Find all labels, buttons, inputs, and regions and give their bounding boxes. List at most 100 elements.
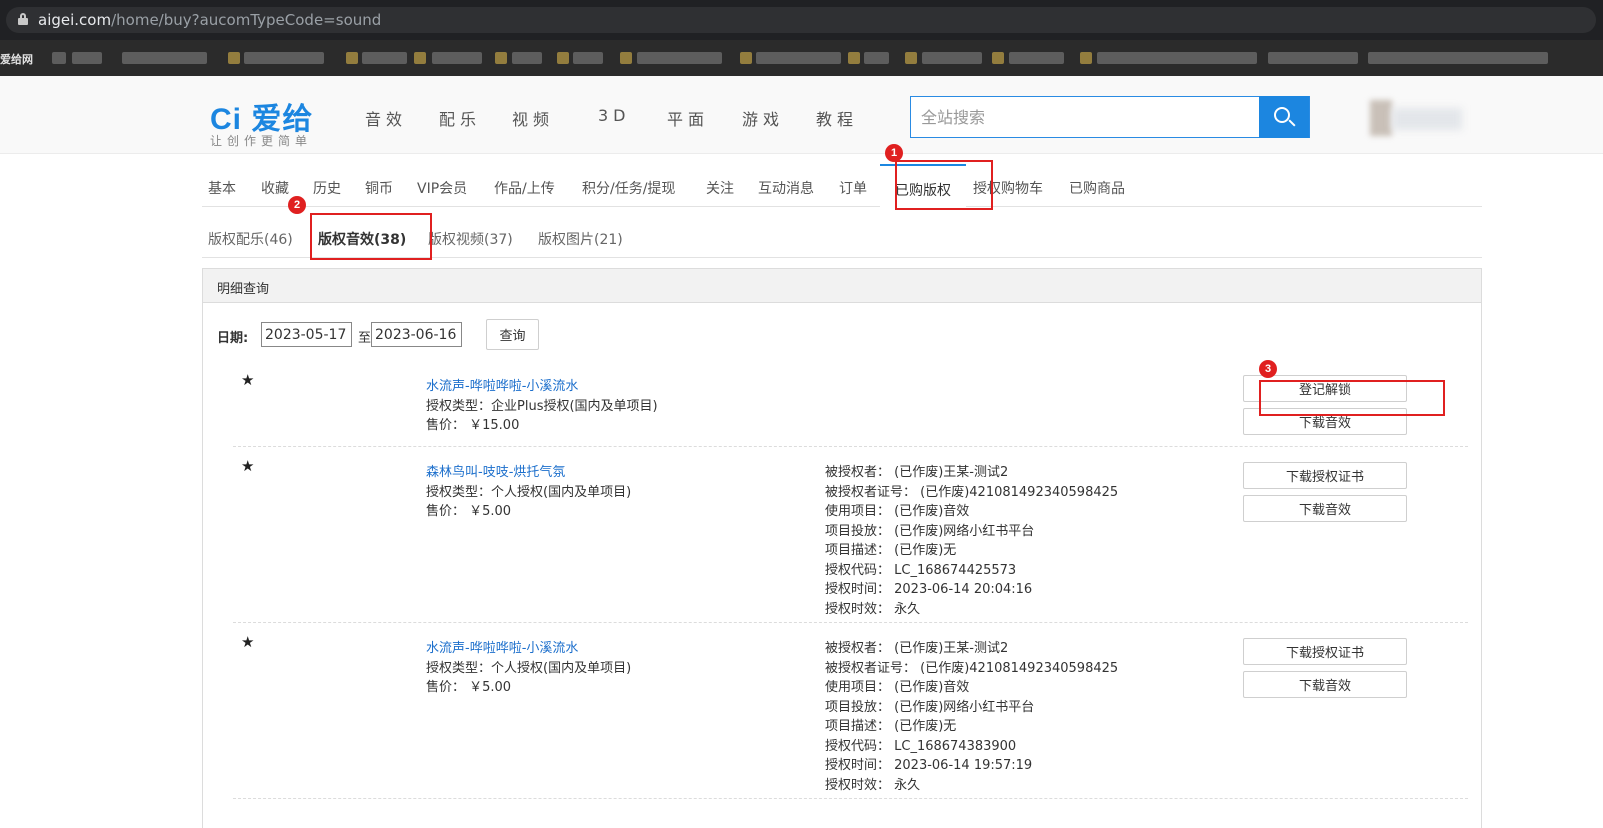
download-sound-button[interactable]: 下载音效 — [1243, 671, 1407, 698]
bookmark-blurred[interactable] — [620, 52, 632, 64]
tab-points-tasks[interactable]: 积分/任务/提现 — [582, 178, 675, 198]
bookmark-blurred[interactable] — [1268, 52, 1358, 64]
license-time: 授权时间： 2023-06-14 20:04:16 — [825, 582, 1033, 597]
nav-3d[interactable]: 3D — [598, 106, 631, 125]
project-description: 项目描述： (已作废)无 — [825, 543, 957, 558]
search-button[interactable] — [1259, 96, 1309, 138]
subtab-image[interactable]: 版权图片(21) — [538, 229, 623, 249]
download-certificate-button[interactable]: 下载授权证书 — [1243, 462, 1407, 489]
annotation-box-1 — [895, 160, 993, 210]
bookmark-blurred[interactable] — [848, 52, 860, 64]
bookmark-blurred[interactable] — [72, 52, 102, 64]
bookmark-blurred[interactable] — [864, 52, 889, 64]
bookmark-blurred[interactable] — [637, 52, 722, 64]
license-type: 授权类型：个人授权(国内及单项目) — [426, 485, 632, 500]
price: 售价： ￥5.00 — [426, 504, 512, 519]
bookmark-blurred[interactable] — [922, 52, 982, 64]
bookmark-blurred[interactable] — [414, 52, 426, 64]
project-channel: 项目投放： (已作废)网络小红书平台 — [825, 523, 1035, 539]
bookmark-blurred[interactable] — [346, 52, 358, 64]
download-sound-button[interactable]: 下载音效 — [1243, 495, 1407, 522]
record-title[interactable]: 水流声-哗啦哗啦-小溪流水 — [426, 637, 578, 656]
annotation-box-3 — [1259, 380, 1445, 416]
licensee-id: 被授权者证号： (已作废)421081492340598425 — [825, 660, 1119, 676]
bookmark-blurred[interactable] — [1009, 52, 1064, 64]
download-certificate-button[interactable]: 下载授权证书 — [1243, 638, 1407, 665]
bookmark-blurred[interactable] — [573, 52, 603, 64]
licensee: 被授权者： (已作废)王某-测试2 — [825, 465, 1009, 480]
record-title[interactable]: 森林鸟叫-吱吱-烘托气氛 — [426, 461, 565, 480]
project-channel: 项目投放： (已作废)网络小红书平台 — [825, 699, 1035, 715]
star-icon[interactable]: ★ — [241, 457, 254, 475]
detail-panel: 明细查询 日期: 至 查询 ★ 水流声-哗啦哗啦-小溪流水 授权类型：企业Plu… — [202, 268, 1482, 828]
bookmark-blurred[interactable] — [244, 52, 324, 64]
price: 售价： ￥5.00 — [426, 680, 512, 695]
star-icon[interactable]: ★ — [241, 633, 254, 651]
tab-coins[interactable]: 铜币 — [365, 178, 393, 198]
bookmark-blurred[interactable] — [557, 52, 569, 64]
site-header: Ci 爱给 让创作更简单 音效 配乐 视频 3D 平面 游戏 教程 — [0, 76, 1603, 154]
date-separator: 至 — [358, 331, 372, 346]
record-title[interactable]: 水流声-哗啦哗啦-小溪流水 — [426, 375, 578, 394]
licensee: 被授权者： (已作废)王某-测试2 — [825, 641, 1009, 656]
bookmark-blurred[interactable] — [122, 52, 207, 64]
query-button[interactable]: 查询 — [486, 319, 539, 350]
tab-follow[interactable]: 关注 — [706, 178, 734, 198]
bookmark-blurred[interactable] — [362, 52, 407, 64]
tab-favorites[interactable]: 收藏 — [261, 178, 289, 198]
licensee-id: 被授权者证号： (已作废)421081492340598425 — [825, 484, 1119, 500]
subtab-music[interactable]: 版权配乐(46) — [208, 229, 293, 249]
bookmark-blurred[interactable] — [1097, 52, 1257, 64]
date-label: 日期: — [217, 331, 249, 346]
bookmark-blurred[interactable] — [740, 52, 752, 64]
bookmarks-bar: 爱给网 — [0, 40, 1603, 76]
tab-vip[interactable]: VIP会员 — [417, 178, 467, 198]
license-code: 授权代码： LC_168674383900 — [825, 738, 1017, 754]
bookmark-blurred[interactable] — [756, 52, 841, 64]
logo-slogan: 让创作更简单 — [210, 134, 313, 148]
bookmark-blurred[interactable] — [228, 52, 240, 64]
date-from-input[interactable] — [261, 322, 352, 347]
nav-sound[interactable]: 音效 — [365, 106, 407, 130]
record-row: ★ 水流声-哗啦哗啦-小溪流水 授权类型：个人授权(国内及单项目) 售价： ￥5… — [233, 633, 1468, 799]
tab-works-upload[interactable]: 作品/上传 — [494, 178, 555, 198]
nav-music[interactable]: 配乐 — [439, 106, 481, 130]
bookmark-aigei[interactable]: 爱给网 — [0, 51, 33, 67]
bookmark-blurred[interactable] — [905, 52, 917, 64]
panel-title: 明细查询 — [203, 269, 1481, 303]
project-description: 项目描述： (已作废)无 — [825, 719, 957, 734]
license-code: 授权代码： LC_168674425573 — [825, 562, 1017, 578]
subtab-video[interactable]: 版权视频(37) — [428, 229, 513, 249]
account-tabs: 基本 收藏 历史 铜币 VIP会员 作品/上传 积分/任务/提现 关注 互动消息… — [202, 164, 1482, 207]
search-input[interactable] — [911, 97, 1263, 137]
bookmark-blurred[interactable] — [432, 52, 482, 64]
bookmark-blurred[interactable] — [992, 52, 1004, 64]
annotation-badge-3: 3 — [1259, 360, 1277, 378]
tab-history[interactable]: 历史 — [313, 178, 341, 198]
date-to-input[interactable] — [371, 322, 462, 347]
tab-basic[interactable]: 基本 — [208, 178, 236, 198]
bookmark-blurred[interactable] — [1368, 52, 1548, 64]
license-info: 被授权者： (已作废)王某-测试2 被授权者证号： (已作废)421081492… — [825, 637, 1118, 793]
bookmark-blurred[interactable] — [512, 52, 542, 64]
nav-game[interactable]: 游戏 — [742, 106, 784, 130]
bookmark-blurred[interactable] — [1080, 52, 1092, 64]
nav-video[interactable]: 视频 — [512, 106, 554, 130]
nav-tutorial[interactable]: 教程 — [816, 106, 858, 130]
license-info: 被授权者： (已作废)王某-测试2 被授权者证号： (已作废)421081492… — [825, 461, 1118, 617]
site-logo[interactable]: Ci 爱给 让创作更简单 — [210, 94, 313, 148]
bookmark-blurred[interactable] — [52, 52, 66, 64]
star-icon[interactable]: ★ — [241, 371, 254, 389]
tab-orders[interactable]: 订单 — [839, 178, 867, 198]
record-row: ★ 森林鸟叫-吱吱-烘托气氛 授权类型：个人授权(国内及单项目) 售价： ￥5.… — [233, 457, 1468, 623]
url-text[interactable]: aigei.com/home/buy?aucomTypeCode=sound — [38, 11, 381, 29]
nav-graphic[interactable]: 平面 — [667, 106, 709, 130]
tab-messages[interactable]: 互动消息 — [758, 178, 814, 198]
tab-purchased-goods[interactable]: 已购商品 — [1069, 178, 1125, 198]
license-validity: 授权时效： 永久 — [825, 601, 921, 617]
user-avatar[interactable] — [1352, 100, 1467, 136]
browser-address-bar: aigei.com/home/buy?aucomTypeCode=sound — [0, 0, 1603, 40]
annotation-badge-2: 2 — [288, 196, 306, 214]
license-type: 授权类型：个人授权(国内及单项目) — [426, 661, 632, 676]
bookmark-blurred[interactable] — [495, 52, 507, 64]
